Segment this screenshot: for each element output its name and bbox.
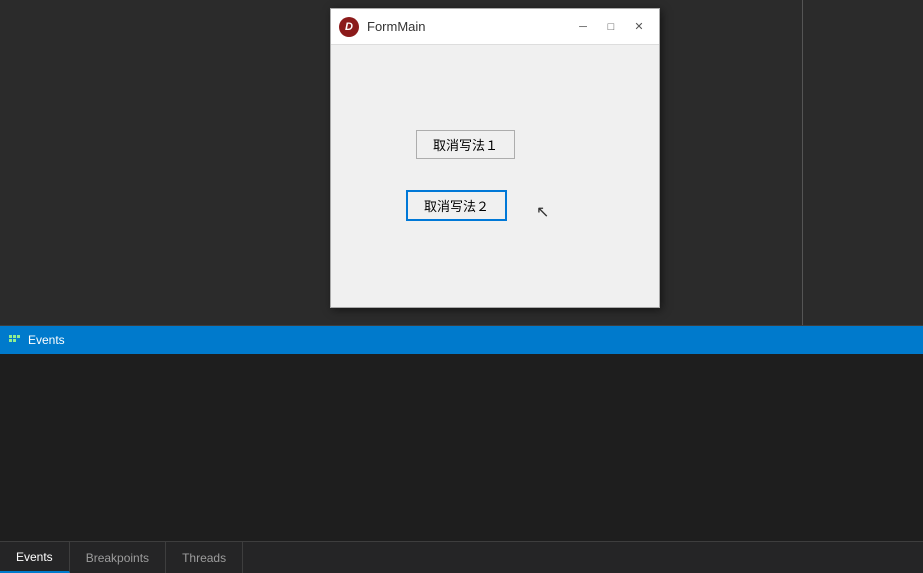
cancel-method-1-button[interactable]: 取消写法１	[416, 130, 515, 159]
window-title: FormMain	[367, 19, 571, 34]
tab-events[interactable]: Events	[0, 542, 70, 573]
events-panel-title: Events	[28, 333, 65, 347]
window-body: 取消写法１ 取消写法２ ↖	[331, 45, 659, 307]
vertical-divider	[802, 0, 803, 325]
tab-threads[interactable]: Threads	[166, 542, 243, 573]
maximize-button[interactable]: □	[599, 17, 623, 37]
tabs-bar: Events Breakpoints Threads	[0, 541, 923, 573]
window-controls: ─ □ ✕	[571, 17, 651, 37]
events-content	[0, 354, 923, 541]
bottom-panel: Events Events Breakpoints Threads	[0, 325, 923, 573]
app-icon: D	[339, 17, 359, 37]
window-titlebar: D FormMain ─ □ ✕	[331, 9, 659, 45]
cursor-indicator: ↖	[536, 202, 549, 222]
close-button[interactable]: ✕	[627, 17, 651, 37]
events-icon	[8, 332, 22, 349]
form-window: D FormMain ─ □ ✕ 取消写法１ 取消写法２ ↖	[330, 8, 660, 308]
events-header: Events	[0, 326, 923, 354]
minimize-button[interactable]: ─	[571, 17, 595, 37]
tab-breakpoints[interactable]: Breakpoints	[70, 542, 166, 573]
app-icon-letter: D	[345, 21, 353, 33]
cancel-method-2-button[interactable]: 取消写法２	[406, 190, 507, 221]
